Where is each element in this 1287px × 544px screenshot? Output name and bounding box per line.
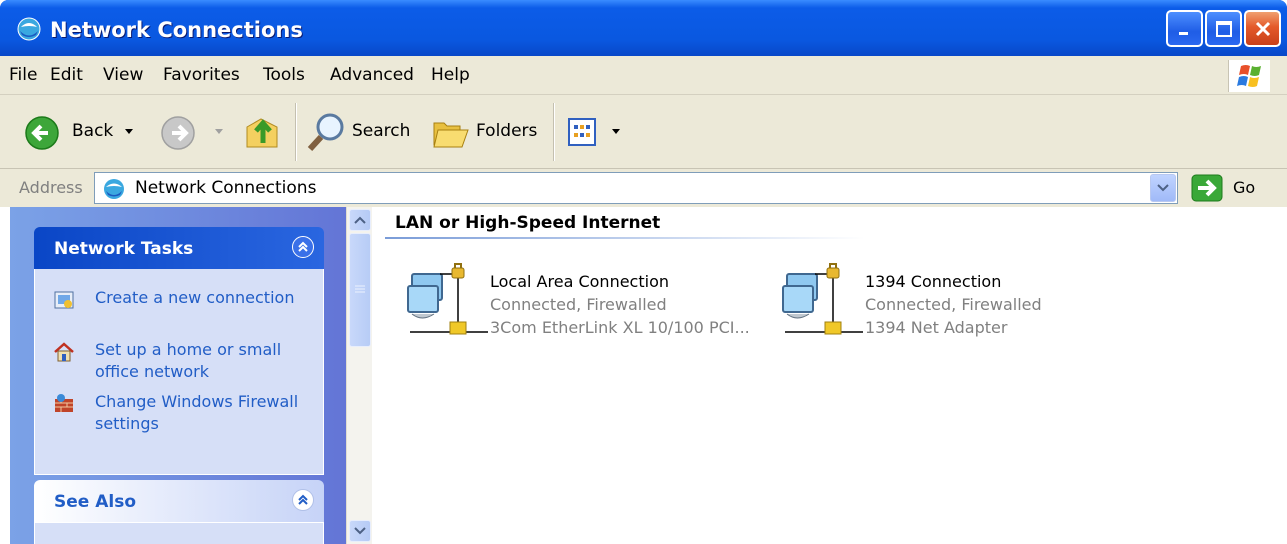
minimize-icon [1178, 31, 1188, 35]
network-connections-icon [17, 17, 41, 41]
address-label: Address [19, 178, 83, 197]
network-tasks-title: Network Tasks [54, 239, 194, 259]
windows-flag-icon [1237, 65, 1261, 87]
network-connections-icon [104, 179, 124, 199]
connection-name: Local Area Connection [490, 272, 669, 291]
task-firewall-settings-label[interactable]: Change Windows Firewall settings [95, 391, 313, 435]
back-arrow-icon[interactable] [24, 115, 60, 151]
address-input[interactable]: Network Connections [135, 178, 316, 198]
group-divider [385, 237, 865, 239]
toolbar-separator [553, 103, 555, 161]
forward-arrow-icon[interactable] [160, 115, 196, 151]
task-create-connection-label[interactable]: Create a new connection [95, 287, 294, 309]
see-also-panel: See Also [34, 480, 324, 544]
file-list-pane: LAN or High-Speed Internet Local Area Co… [373, 207, 1287, 544]
menu-help[interactable]: Help [431, 65, 470, 85]
group-header: LAN or High-Speed Internet [395, 213, 661, 233]
menu-view[interactable]: View [103, 65, 143, 85]
chevron-down-icon [1157, 184, 1169, 192]
connection-adapter: 3Com EtherLink XL 10/100 PCI... [490, 318, 750, 337]
collapse-network-tasks-button[interactable] [292, 236, 314, 258]
scroll-up-button[interactable] [349, 209, 371, 231]
menu-tools[interactable]: Tools [263, 65, 305, 85]
go-arrow-icon [1191, 174, 1223, 202]
content-area: Network Tasks Create a new connection Se… [0, 207, 1287, 544]
network-tasks-header[interactable]: Network Tasks [34, 227, 324, 269]
chevron-double-up-icon [298, 241, 308, 252]
task-firewall-settings[interactable]: Change Windows Firewall settings [53, 391, 313, 437]
up-folder-icon[interactable] [243, 109, 283, 153]
task-home-network[interactable]: Set up a home or small office network [53, 339, 313, 385]
menu-edit[interactable]: Edit [50, 65, 83, 85]
firewall-icon [55, 394, 73, 412]
maximize-button[interactable] [1205, 10, 1242, 47]
explorer-window: Network Connections File Edit View Favor… [0, 0, 1287, 544]
chevron-up-icon [354, 216, 366, 224]
address-field[interactable]: Network Connections [94, 172, 1178, 204]
views-dropdown-icon[interactable] [611, 126, 621, 136]
windows-logo [1228, 60, 1270, 92]
connection-item[interactable]: Local Area Connection Connected, Firewal… [400, 262, 770, 352]
search-button[interactable]: Search [352, 121, 410, 141]
back-dropdown-icon[interactable] [124, 126, 134, 136]
task-home-network-label[interactable]: Set up a home or small office network [95, 339, 313, 383]
close-icon [1255, 21, 1270, 36]
chevron-down-icon [354, 527, 366, 535]
task-pane: Network Tasks Create a new connection Se… [10, 207, 346, 544]
standard-toolbar: Back Search Folders [0, 95, 1287, 169]
see-also-title: See Also [54, 492, 137, 512]
connection-item[interactable]: 1394 Connection Connected, Firewalled 13… [775, 262, 1145, 352]
go-button[interactable]: Go [1187, 174, 1277, 202]
grip-icon [355, 285, 365, 293]
address-dropdown-button[interactable] [1150, 174, 1176, 202]
title-bar[interactable]: Network Connections [0, 0, 1287, 56]
see-also-list [34, 522, 324, 544]
folders-button[interactable]: Folders [476, 121, 537, 141]
scroll-thumb[interactable] [349, 233, 371, 347]
menu-bar: File Edit View Favorites Tools Advanced … [0, 56, 1287, 95]
network-tasks-list: Create a new connection Set up a home or… [34, 269, 324, 475]
connection-status: Connected, Firewalled [490, 295, 667, 314]
toolbar-separator [295, 103, 297, 161]
minimize-button[interactable] [1166, 10, 1203, 47]
network-tasks-panel: Network Tasks Create a new connection Se… [34, 227, 324, 475]
connection-name: 1394 Connection [865, 272, 1002, 291]
home-network-icon [54, 342, 74, 362]
connection-status: Connected, Firewalled [865, 295, 1042, 314]
search-icon[interactable] [306, 111, 348, 153]
vertical-scrollbar[interactable] [346, 207, 372, 544]
window-title: Network Connections [50, 18, 303, 42]
see-also-header[interactable]: See Also [34, 480, 324, 522]
collapse-see-also-button[interactable] [292, 489, 314, 511]
new-connection-icon [54, 291, 74, 309]
scroll-down-button[interactable] [349, 520, 371, 542]
go-label: Go [1233, 178, 1256, 197]
views-icon[interactable] [567, 117, 601, 147]
connection-adapter: 1394 Net Adapter [865, 318, 1008, 337]
back-button[interactable]: Back [72, 121, 113, 141]
menu-favorites[interactable]: Favorites [163, 65, 240, 85]
forward-dropdown-icon [215, 129, 223, 134]
maximize-icon [1215, 20, 1232, 37]
lan-connection-icon [782, 263, 863, 335]
lan-connection-icon [407, 263, 488, 335]
menu-file[interactable]: File [9, 65, 37, 85]
close-button[interactable] [1244, 10, 1281, 47]
address-bar: Address Network Connections Go [0, 169, 1287, 207]
folders-icon[interactable] [430, 113, 470, 153]
task-create-connection[interactable]: Create a new connection [53, 287, 313, 333]
chevron-double-up-icon [298, 494, 308, 505]
menu-advanced[interactable]: Advanced [330, 65, 414, 85]
